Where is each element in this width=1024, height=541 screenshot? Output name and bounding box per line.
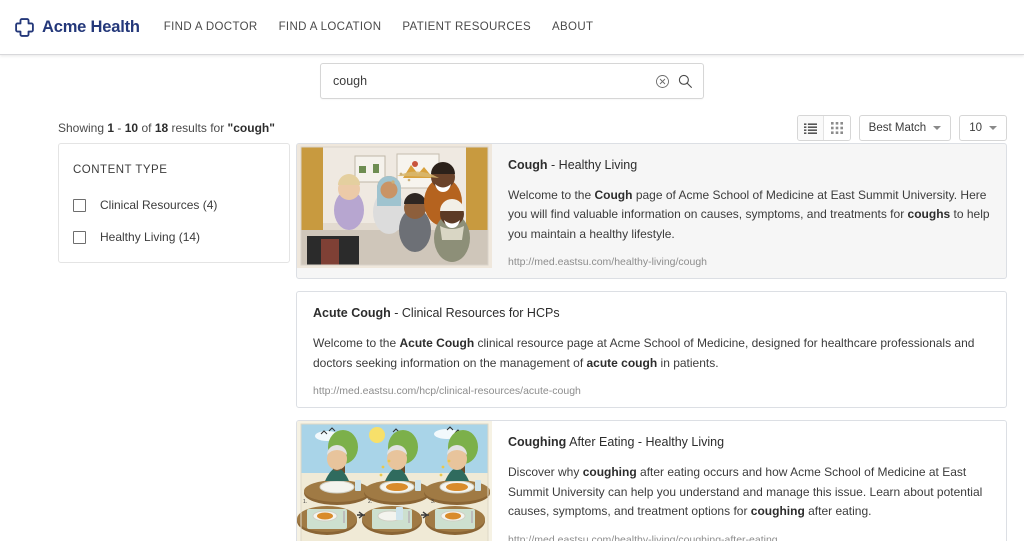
thumbnail-family-living-room — [297, 144, 492, 268]
highlighted-term: Acute Cough — [399, 336, 475, 351]
nav-item-patient-resources[interactable]: PATIENT RESOURCES — [402, 21, 531, 33]
result-title[interactable]: Cough - Healthy Living — [508, 158, 990, 173]
result-description: Welcome to the Acute Cough clinical reso… — [313, 334, 990, 373]
showing-prefix: Showing — [58, 121, 105, 135]
desc-text: after eating. — [804, 504, 872, 519]
checkbox-icon[interactable] — [73, 230, 86, 244]
highlighted-term: Cough — [594, 188, 633, 202]
clear-circle-icon — [656, 74, 669, 88]
svg-text:2.: 2. — [368, 499, 372, 505]
nav-item-find-a-location[interactable]: FIND A LOCATION — [279, 21, 382, 33]
main-nav: FIND A DOCTOR FIND A LOCATION PATIENT RE… — [164, 21, 594, 33]
total-results: 18 — [154, 121, 169, 135]
search-result-card[interactable]: 1. 2. 3. Coughing After Eating - Healthy… — [296, 420, 1007, 541]
thumbnail-elderly-eating-illustration: 1. 2. 3. — [297, 421, 492, 541]
site-header: Acme Health FIND A DOCTOR FIND A LOCATIO… — [0, 0, 1024, 55]
result-body: Cough - Healthy Living Welcome to the Co… — [492, 144, 1006, 278]
list-view-button[interactable] — [797, 116, 824, 140]
submit-search-button[interactable] — [677, 73, 693, 89]
result-description: Discover why coughing after eating occur… — [508, 463, 990, 521]
facet-group-title: CONTENT TYPE — [73, 164, 168, 176]
facet-option-label: Clinical Resources (4) — [100, 198, 218, 212]
highlighted-term: acute cough — [586, 355, 658, 370]
query-term: "cough" — [227, 121, 275, 135]
range-dash: - — [117, 121, 122, 135]
facet-option-label: Healthy Living (14) — [100, 230, 201, 244]
chevron-down-icon — [989, 126, 997, 130]
result-url[interactable]: http://med.eastsu.com/hcp/clinical-resou… — [313, 385, 990, 397]
nav-item-about[interactable]: ABOUT — [552, 21, 593, 33]
highlighted-term: coughing — [582, 465, 637, 480]
per-page-dropdown[interactable]: 10 — [959, 115, 1007, 141]
search-result-card[interactable]: Acute Cough - Clinical Resources for HCP… — [296, 291, 1007, 409]
result-url[interactable]: http://med.eastsu.com/healthy-living/cou… — [508, 534, 990, 541]
result-title[interactable]: Acute Cough - Clinical Resources for HCP… — [313, 306, 990, 321]
view-toggle-group — [796, 115, 851, 141]
search-row — [0, 55, 1024, 107]
facet-option-healthy-living[interactable]: Healthy Living (14) — [59, 230, 289, 244]
result-title-rest: - Healthy Living — [547, 158, 638, 172]
search-icon — [678, 74, 692, 88]
sort-dropdown-label: Best Match — [868, 122, 927, 134]
sort-dropdown[interactable]: Best Match — [858, 115, 952, 141]
results-count-summary: Showing 1 - 10 of 18 results for "cough" — [58, 121, 275, 135]
clear-search-button[interactable] — [655, 74, 670, 89]
brand-name: Acme Health — [42, 17, 140, 36]
content-area: CONTENT TYPE Clinical Resources (4) Heal… — [0, 143, 1024, 541]
results-toolbar: Best Match 10 — [796, 115, 1007, 141]
svg-text:3.: 3. — [431, 499, 435, 505]
per-page-dropdown-label: 10 — [969, 122, 982, 134]
desc-text: in patients. — [657, 355, 719, 370]
grid-view-icon — [830, 122, 843, 134]
brand-logo[interactable]: Acme Health — [14, 17, 140, 38]
nav-item-find-a-doctor[interactable]: FIND A DOCTOR — [164, 21, 258, 33]
range-start: 1 — [107, 121, 115, 135]
list-view-icon — [803, 122, 817, 134]
checkbox-icon[interactable] — [73, 198, 86, 212]
result-description: Welcome to the Cough page of Acme School… — [508, 186, 990, 244]
highlighted-term: coughing — [750, 504, 805, 519]
result-url[interactable]: http://med.eastsu.com/healthy-living/cou… — [508, 256, 990, 268]
search-input[interactable] — [333, 74, 648, 88]
of-label: of — [141, 121, 152, 135]
result-body: Acute Cough - Clinical Resources for HCP… — [297, 292, 1006, 407]
results-for-label: results for — [171, 121, 225, 135]
desc-text: Discover why — [508, 465, 583, 480]
search-box[interactable] — [320, 63, 704, 99]
facets-panel: CONTENT TYPE Clinical Resources (4) Heal… — [58, 143, 290, 263]
medical-cross-icon — [15, 17, 34, 37]
result-title-rest: After Eating - Healthy Living — [566, 435, 725, 450]
results-bar: Showing 1 - 10 of 18 results for "cough" — [0, 113, 1024, 143]
desc-text: Welcome to the — [508, 188, 595, 202]
facet-option-clinical-resources[interactable]: Clinical Resources (4) — [59, 198, 289, 212]
search-result-card[interactable]: Cough - Healthy Living Welcome to the Co… — [296, 143, 1007, 280]
desc-text: Welcome to the — [313, 336, 400, 351]
search-results-list: Cough - Healthy Living Welcome to the Co… — [296, 143, 1007, 541]
result-title-term: Coughing — [508, 435, 567, 450]
highlighted-term: coughs — [907, 207, 951, 222]
grid-view-button[interactable] — [823, 116, 850, 140]
chevron-down-icon — [933, 126, 942, 130]
result-body: Coughing After Eating - Healthy Living D… — [492, 421, 1006, 541]
range-end: 10 — [124, 121, 139, 135]
result-title-rest: - Clinical Resources for HCPs — [390, 306, 560, 321]
result-title-term: Acute Cough — [313, 306, 391, 321]
result-title-term: Cough — [508, 158, 548, 172]
result-title[interactable]: Coughing After Eating - Healthy Living — [508, 435, 990, 450]
svg-text:1.: 1. — [303, 499, 307, 505]
